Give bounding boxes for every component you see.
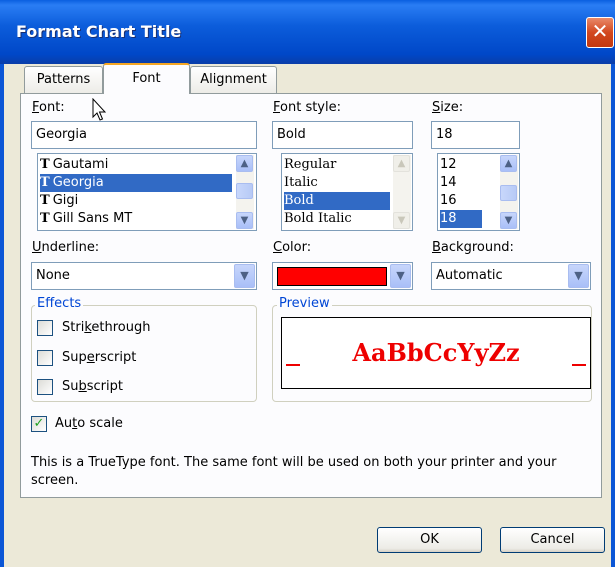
list-item[interactable]: Bold Italic [284,210,390,228]
truetype-icon: T [40,157,50,172]
subscript-label[interactable]: Subscript [62,379,123,394]
font-style-label: Font style: [273,100,341,115]
truetype-icon: T [40,175,50,190]
window-border-left [0,64,4,567]
truetype-icon: T [40,211,50,226]
superscript-label[interactable]: Superscript [62,350,136,365]
ok-button[interactable]: OK [377,527,482,553]
close-icon: ✕ [591,19,609,43]
scroll-up-button[interactable]: ▲ [393,155,410,172]
window-border-right [611,64,615,567]
effects-label: Effects [35,296,84,311]
font-list[interactable]: T Gautami T Georgia T Gigi T Gill Sans MT ▲ … [37,153,257,231]
list-item[interactable]: 12 [440,156,482,174]
cancel-button[interactable]: Cancel [500,527,605,553]
underline-select[interactable]: None ▼ [31,262,257,290]
font-label: Font: [32,100,65,115]
list-item[interactable]: Italic [284,174,390,192]
auto-scale-label[interactable]: Auto scale [55,416,123,431]
truetype-icon: T [40,193,50,208]
font-style-scrollbar[interactable]: ▲ ▼ [393,155,411,229]
tab-font[interactable]: Font [103,63,190,94]
font-style-list[interactable]: Regular Italic Bold Bold Italic ▲ ▼ [281,153,413,231]
baseline-mark-right [572,364,586,366]
list-item[interactable]: Bold [284,192,390,210]
scroll-up-button[interactable]: ▲ [236,155,253,172]
chevron-up-icon: ▲ [240,158,249,169]
preview-label: Preview [277,296,332,311]
list-item[interactable]: 14 [440,174,482,192]
list-item[interactable]: Regular [284,156,390,174]
list-item[interactable]: T Gautami [40,156,232,174]
color-label: Color: [273,240,312,255]
scroll-down-button[interactable]: ▼ [500,212,517,229]
list-item[interactable]: T Gill Sans MT [40,210,232,228]
color-swatch [277,267,387,286]
scroll-thumb[interactable] [500,185,517,201]
preview-sample: AaBbCcYyZz [352,338,520,367]
background-select[interactable]: Automatic ▼ [431,262,591,290]
font-name-field[interactable]: Georgia [31,121,257,149]
scroll-down-button[interactable]: ▼ [393,212,410,229]
size-label: Size: [432,100,464,115]
background-label: Background: [432,240,514,255]
chevron-down-icon[interactable]: ▼ [234,264,255,288]
close-button[interactable]: ✕ [586,17,614,48]
tab-patterns[interactable]: Patterns [24,66,103,94]
truetype-info-text: This is a TrueType font. The same font w… [31,455,557,488]
auto-scale-checkbox[interactable]: ✓ [31,416,47,432]
subscript-checkbox[interactable] [37,379,53,395]
window-title: Format Chart Title [16,22,182,41]
size-list-scrollbar[interactable]: ▲ ▼ [500,155,518,229]
list-item[interactable]: T Gigi [40,192,232,210]
chevron-down-icon[interactable]: ▼ [390,264,411,288]
scroll-down-button[interactable]: ▼ [236,212,253,229]
size-list[interactable]: 12 14 16 18 ▲ ▼ [437,153,520,231]
tab-alignment[interactable]: Alignment [190,66,277,94]
font-list-scrollbar[interactable]: ▲ ▼ [236,155,254,229]
underline-label: Underline: [32,240,100,255]
background-value: Automatic [436,268,503,283]
superscript-checkbox[interactable] [37,350,53,366]
chevron-down-icon: ▼ [240,215,249,226]
list-item[interactable]: 16 [440,192,482,210]
chevron-down-icon: ▼ [504,215,513,226]
underline-value: None [36,268,70,283]
chevron-down-icon[interactable]: ▼ [568,264,589,288]
list-item[interactable]: 18 [440,210,482,228]
scroll-up-button[interactable]: ▲ [500,155,517,172]
font-style-field[interactable]: Bold [272,121,413,149]
size-field[interactable]: 18 [431,121,520,149]
mouse-pointer-icon [92,98,106,121]
chevron-down-icon: ▼ [397,215,406,226]
scroll-thumb[interactable] [236,183,253,199]
strikethrough-checkbox[interactable] [37,320,53,336]
list-item[interactable]: T Georgia [40,174,232,192]
strikethrough-label[interactable]: Strikethrough [62,320,150,335]
color-select[interactable]: ▼ [272,262,413,290]
chevron-up-icon: ▲ [504,158,513,169]
checkmark-icon: ✓ [33,416,45,431]
preview-box: AaBbCcYyZz [281,317,591,389]
chevron-up-icon: ▲ [397,158,406,169]
